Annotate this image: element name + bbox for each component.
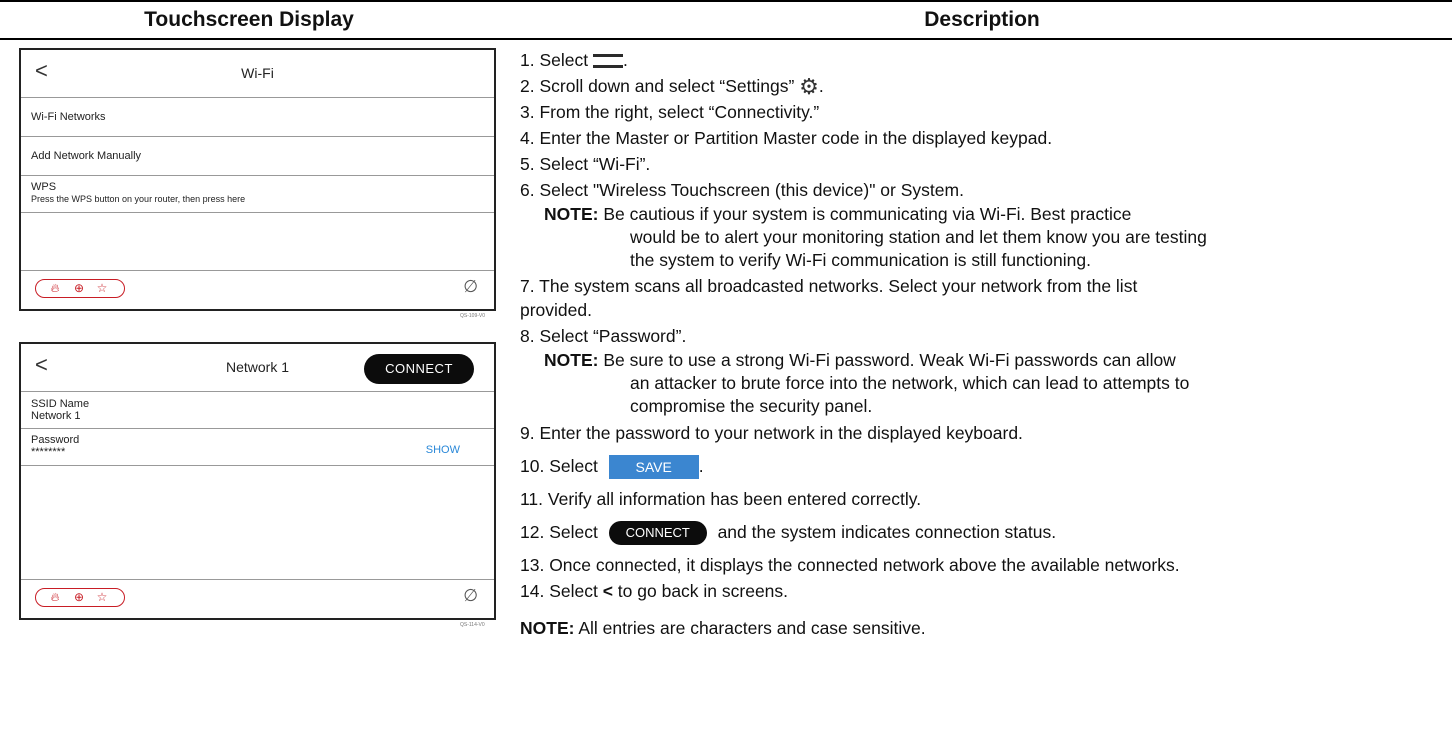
note-2-line-1: NOTE: Be sure to use a strong Wi-Fi pass… bbox=[544, 350, 1176, 370]
emergency-pill[interactable]: 🔥︎ ⊕ ☆ bbox=[35, 588, 125, 607]
header-description: Description bbox=[924, 8, 1040, 31]
add-network-manually-row[interactable]: Add Network Manually bbox=[21, 137, 494, 176]
wifi-networks-row[interactable]: Wi-Fi Networks bbox=[21, 98, 494, 137]
note-1-line-1: NOTE: Be cautious if your system is comm… bbox=[544, 204, 1132, 224]
police-icon: ☆ bbox=[96, 281, 108, 295]
step-12: 12. Select CONNECT and the system indica… bbox=[520, 520, 1056, 546]
wps-row[interactable]: WPS Press the WPS button on your router,… bbox=[21, 176, 494, 213]
header-touchscreen-display: Touchscreen Display bbox=[144, 8, 354, 31]
step-1: 1. Select . bbox=[520, 50, 628, 70]
password-row[interactable]: Password ******** SHOW bbox=[21, 429, 494, 466]
gear-icon: ⚙ bbox=[799, 74, 819, 100]
step-13: 13. Once connected, it displays the conn… bbox=[520, 555, 1180, 575]
ssid-label: SSID Name bbox=[31, 398, 90, 410]
police-icon: ☆ bbox=[96, 590, 108, 604]
wifi-screen: < Wi-Fi Wi-Fi Networks Add Network Manua… bbox=[19, 48, 496, 311]
connect-button-inline: CONNECT bbox=[608, 521, 707, 546]
password-value: ******** bbox=[31, 446, 66, 458]
fire-icon: 🔥︎ bbox=[50, 590, 60, 604]
note-1-line-3: the system to verify Wi-Fi communication… bbox=[630, 250, 1091, 270]
step-4: 4. Enter the Master or Partition Master … bbox=[520, 128, 1053, 148]
step-11: 11. Verify all information has been ente… bbox=[520, 489, 922, 509]
wps-title: WPS bbox=[31, 181, 57, 193]
step-9: 9. Enter the password to your network in… bbox=[520, 423, 1023, 443]
ssid-value: Network 1 bbox=[31, 410, 81, 422]
step-14: 14. Select < to go back in screens. bbox=[520, 581, 789, 601]
table-header: Touchscreen Display Description bbox=[0, 0, 1452, 40]
note-2-line-2: an attacker to brute force into the netw… bbox=[630, 373, 1190, 393]
step-5: 5. Select “Wi-Fi”. bbox=[520, 154, 651, 174]
no-signal-icon: ∅ bbox=[463, 586, 478, 605]
password-label: Password bbox=[31, 434, 80, 446]
emergency-pill[interactable]: 🔥︎ ⊕ ☆ bbox=[35, 279, 125, 298]
network-screen: < Network 1 CONNECT SSID Name Network 1 … bbox=[19, 342, 496, 620]
connect-button[interactable]: CONNECT bbox=[364, 354, 474, 384]
step-8: 8. Select “Password”. bbox=[520, 326, 687, 346]
medical-icon: ⊕ bbox=[73, 590, 85, 604]
no-signal-icon: ∅ bbox=[463, 277, 478, 296]
final-note: NOTE: All entries are characters and cas… bbox=[520, 618, 926, 638]
step-6: 6. Select "Wireless Touchscreen (this de… bbox=[520, 180, 964, 200]
step-2: 2. Scroll down and select “Settings” ⚙. bbox=[520, 74, 824, 100]
step-3: 3. From the right, select “Connectivity.… bbox=[520, 102, 820, 122]
screen-footer: 🔥︎ ⊕ ☆ ∅ bbox=[21, 270, 494, 309]
network-screen-topbar: < Network 1 CONNECT bbox=[21, 344, 494, 392]
fire-icon: 🔥︎ bbox=[50, 281, 60, 295]
ssid-row[interactable]: SSID Name Network 1 bbox=[21, 392, 494, 429]
note-2-line-3: compromise the security panel. bbox=[630, 396, 873, 416]
medical-icon: ⊕ bbox=[73, 281, 85, 295]
menu-icon bbox=[592, 53, 623, 69]
step-10: 10. Select SAVE. bbox=[520, 454, 704, 480]
show-password-button[interactable]: SHOW bbox=[426, 444, 460, 456]
save-button: SAVE bbox=[608, 455, 699, 480]
wifi-screen-title: Wi-Fi bbox=[241, 65, 274, 81]
note-1-line-2: would be to alert your monitoring statio… bbox=[630, 227, 1207, 247]
wifi-screen-topbar: < Wi-Fi bbox=[21, 50, 494, 98]
wps-subtitle: Press the WPS button on your router, the… bbox=[31, 194, 246, 204]
screen-footer: 🔥︎ ⊕ ☆ ∅ bbox=[21, 579, 494, 618]
figure-code-2: QS-114-V0 bbox=[460, 622, 485, 628]
figure-code-1: QS-109-V0 bbox=[460, 313, 486, 319]
step-7: 7. The system scans all broadcasted netw… bbox=[520, 276, 1138, 296]
step-7-cont: provided. bbox=[520, 300, 592, 320]
